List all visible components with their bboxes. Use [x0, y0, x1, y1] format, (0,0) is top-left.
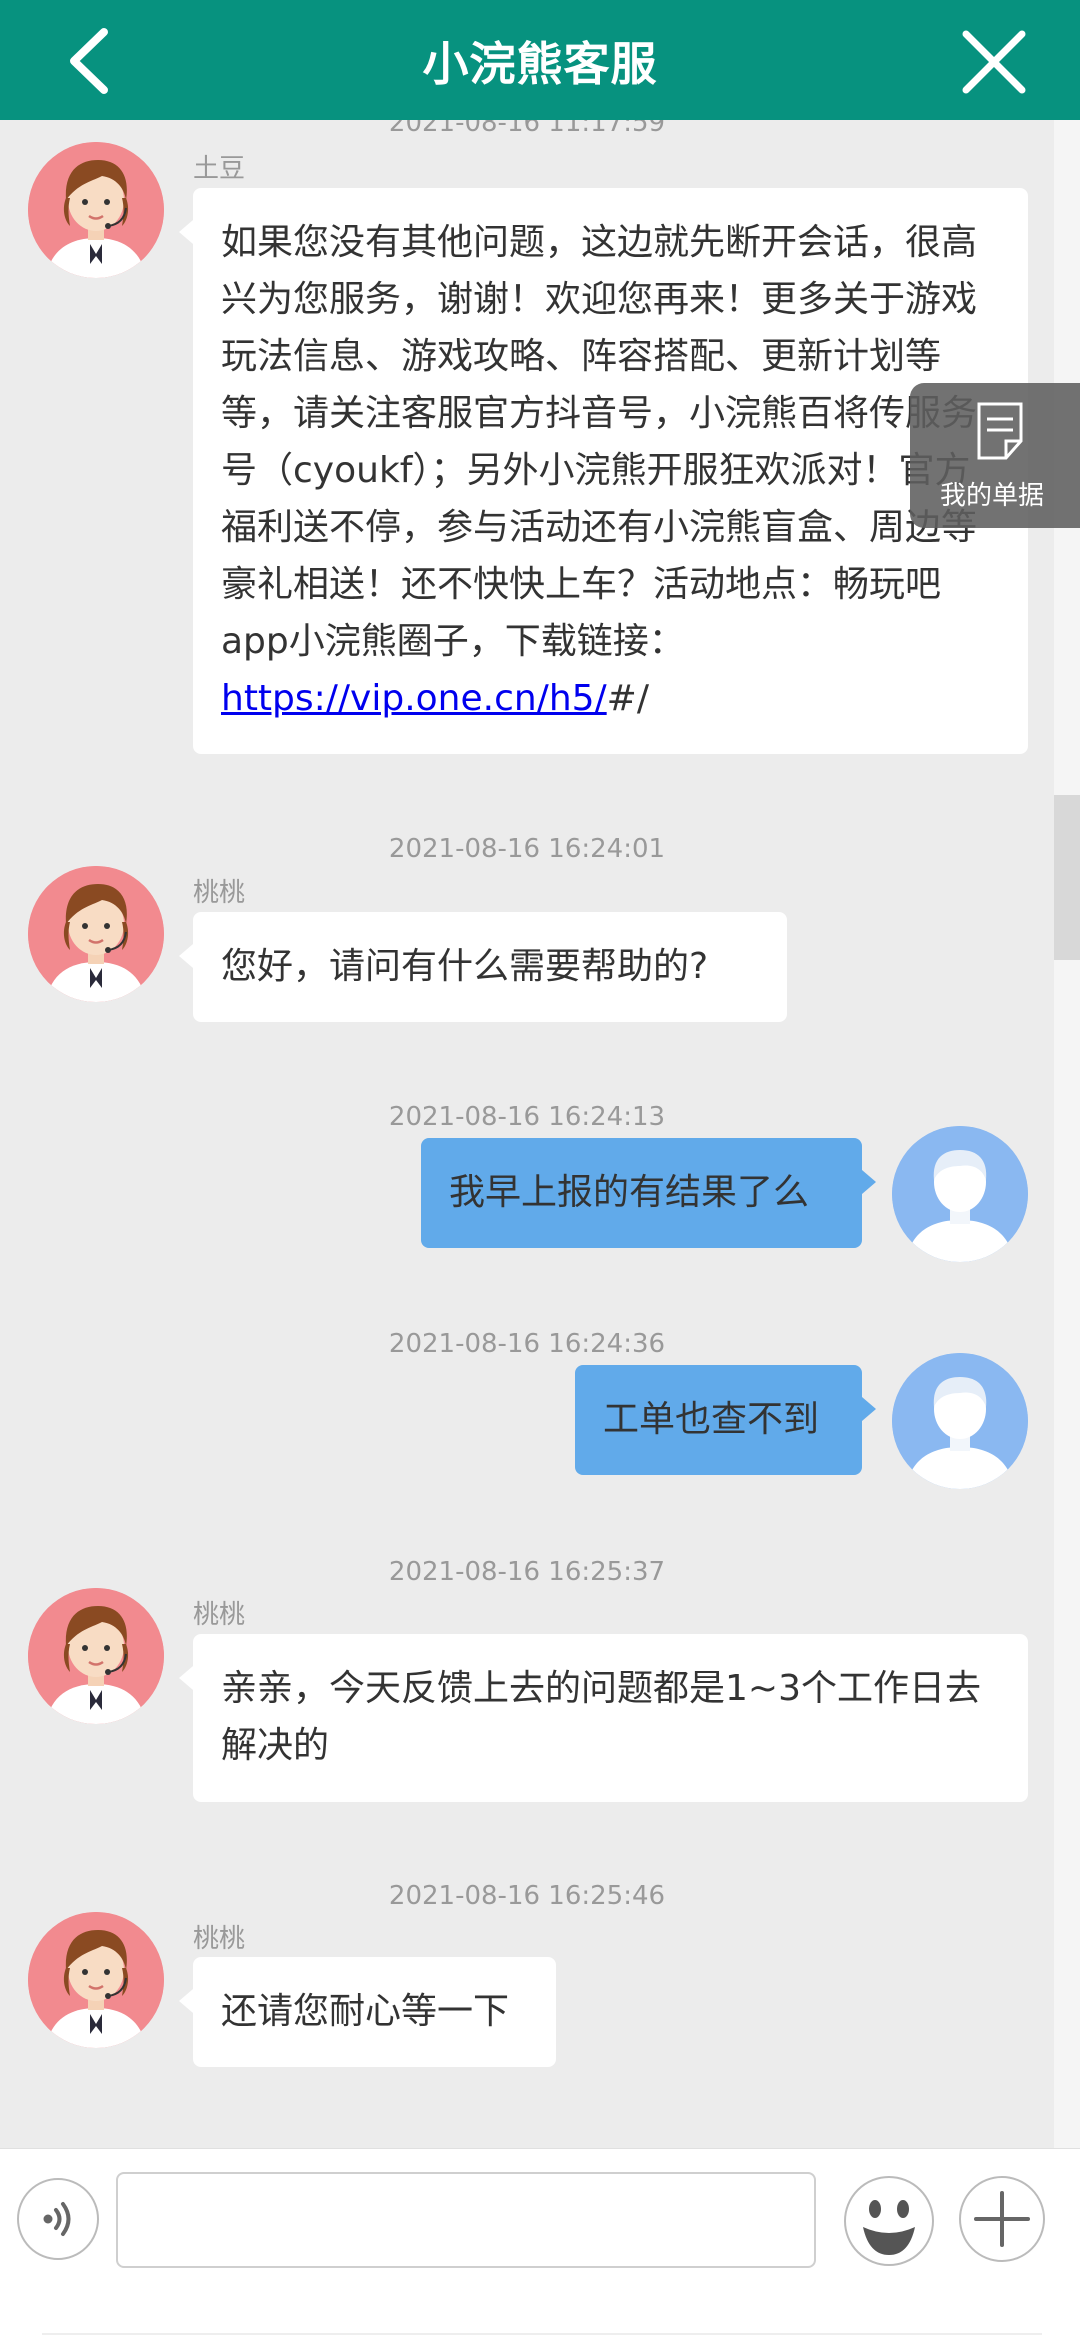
plus-icon[interactable] — [958, 2175, 1046, 2263]
message-bubble: 工单也查不到 — [575, 1365, 876, 1475]
message-timestamp: 2021-08-16 16:24:36 — [388, 1329, 666, 1359]
message-timestamp: 2021-08-16 16:24:01 — [388, 834, 666, 864]
message-bubble: 还请您耐心等一下 — [179, 1957, 556, 2067]
user-avatar — [892, 1353, 1028, 1489]
sender-name: 桃桃 — [193, 1924, 246, 1954]
agent-avatar-icon — [28, 866, 164, 1002]
message-bubble: 我早上报的有结果了么 — [421, 1138, 876, 1248]
agent-avatar — [28, 1912, 164, 2048]
header-bar: 小浣熊客服 — [0, 0, 1080, 120]
emoji-icon[interactable] — [843, 2175, 935, 2267]
agent-avatar-icon — [28, 142, 164, 278]
agent-avatar-icon — [28, 1588, 164, 1724]
user-avatar-icon — [892, 1353, 1028, 1489]
message-timestamp: 2021-08-16 16:24:13 — [388, 1102, 666, 1132]
scrollbar-thumb[interactable] — [1054, 795, 1080, 960]
message-bubble: 您好，请问有什么需要帮助的? — [179, 912, 787, 1022]
download-link[interactable]: https://vip.one.cn/h5/ — [221, 678, 607, 719]
input-bar — [0, 2148, 1080, 2341]
sender-name: 桃桃 — [193, 878, 246, 908]
voice-icon[interactable] — [16, 2177, 100, 2261]
agent-avatar — [28, 142, 164, 278]
sender-name: 土豆 — [193, 154, 246, 184]
document-icon — [977, 402, 1023, 460]
agent-avatar — [28, 866, 164, 1002]
message-text: 工单也查不到 — [603, 1399, 820, 1440]
user-avatar-icon — [892, 1126, 1028, 1262]
my-receipts-button[interactable]: 我的单据 — [910, 383, 1080, 528]
message-input[interactable] — [116, 2172, 816, 2268]
divider — [42, 2333, 1042, 2335]
chat-area[interactable]: 2021-08-16 11:17:59 土豆 如果您没有其他问题，这边就先断开会… — [0, 0, 1054, 2148]
close-icon[interactable] — [958, 26, 1030, 98]
message-text: 如果您没有其他问题，这边就先断开会话，很高兴为您服务，谢谢！欢迎您再来！更多关于… — [221, 222, 978, 662]
agent-avatar — [28, 1588, 164, 1724]
message-trailing-text: #/ — [606, 678, 649, 719]
page-title: 小浣熊客服 — [422, 37, 658, 91]
message-text: 亲亲，今天反馈上去的问题都是1~3个工作日去解决的 — [221, 1668, 981, 1766]
message-timestamp: 2021-08-16 16:25:46 — [388, 1881, 666, 1911]
message-bubble: 如果您没有其他问题，这边就先断开会话，很高兴为您服务，谢谢！欢迎您再来！更多关于… — [179, 188, 1028, 754]
message-timestamp: 2021-08-16 16:25:37 — [388, 1557, 666, 1587]
sender-name: 桃桃 — [193, 1600, 246, 1630]
message-text: 您好，请问有什么需要帮助的? — [221, 946, 709, 987]
message-text: 我早上报的有结果了么 — [449, 1172, 810, 1213]
message-text: 还请您耐心等一下 — [221, 1991, 510, 2032]
message-bubble: 亲亲，今天反馈上去的问题都是1~3个工作日去解决的 — [179, 1634, 1028, 1802]
user-avatar — [892, 1126, 1028, 1262]
agent-avatar-icon — [28, 1912, 164, 2048]
my-receipts-label: 我的单据 — [940, 481, 1045, 511]
